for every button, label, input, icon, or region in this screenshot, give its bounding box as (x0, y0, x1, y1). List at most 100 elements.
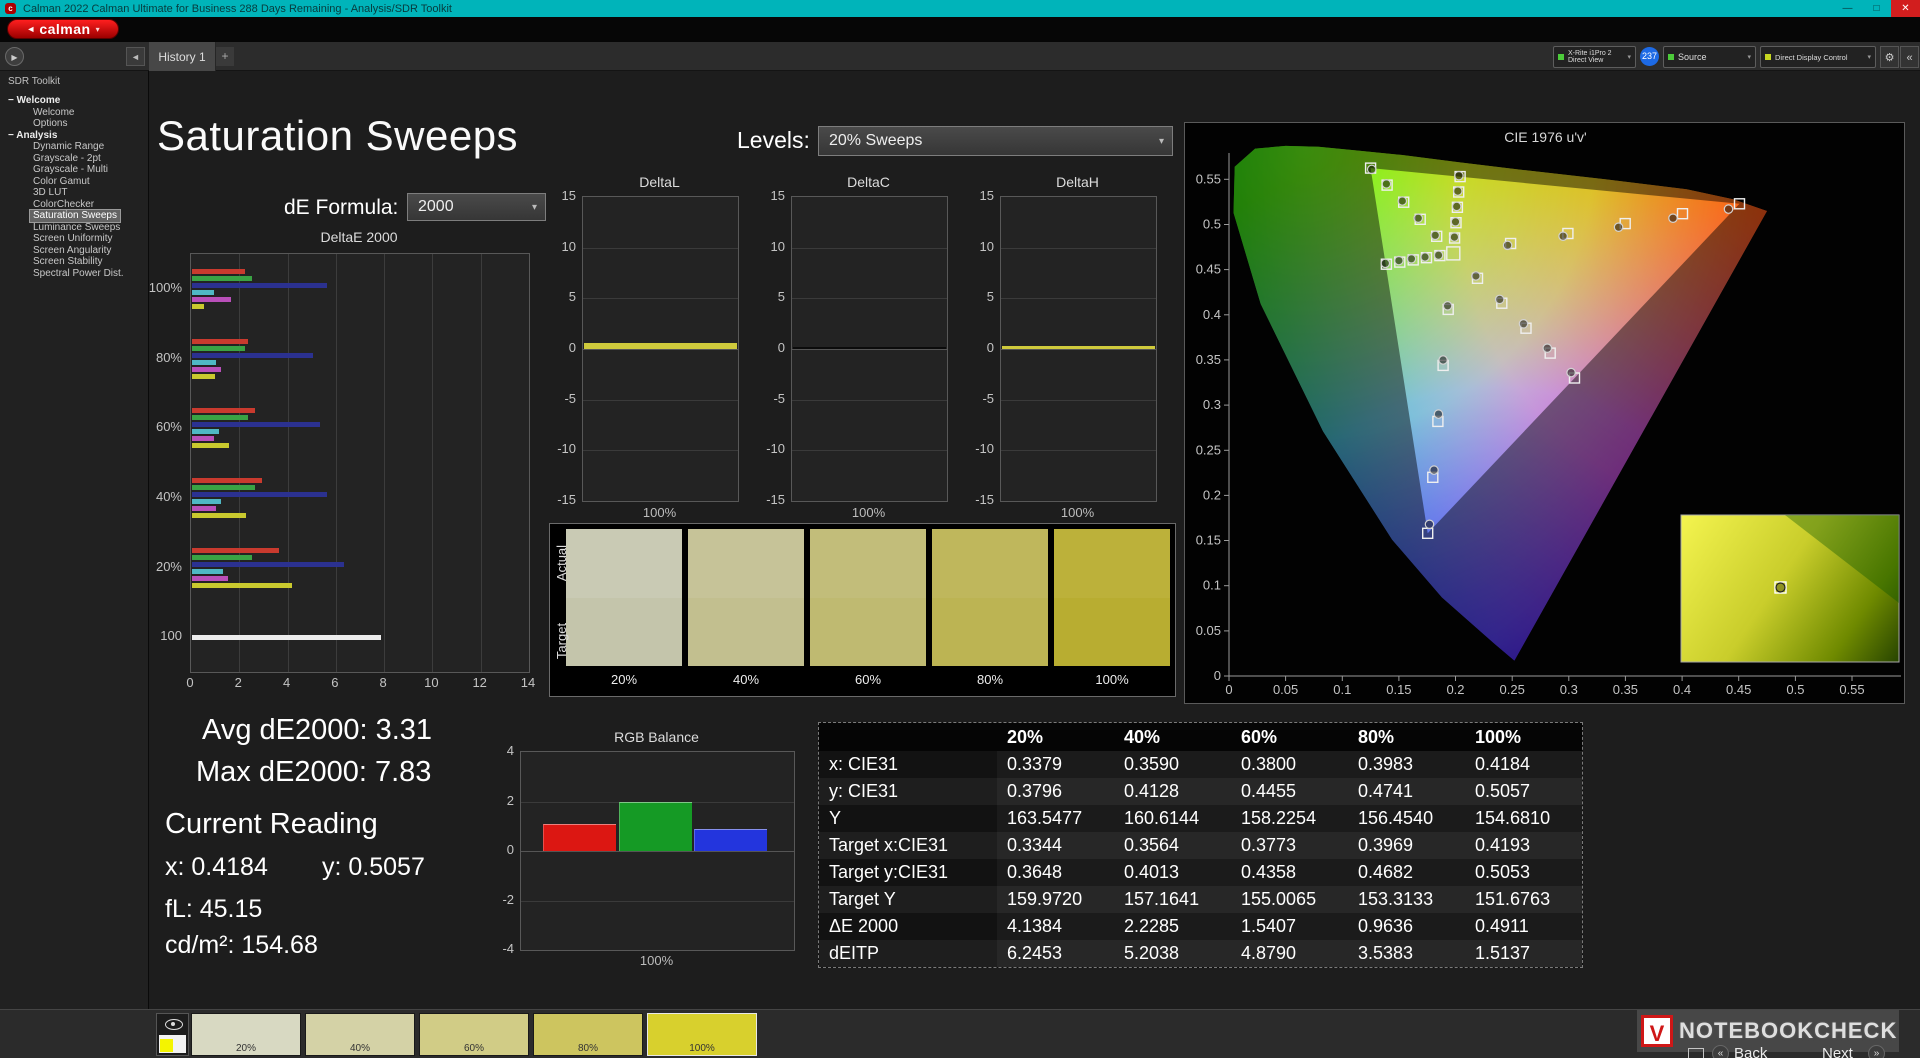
maximize-button[interactable]: □ (1862, 0, 1891, 17)
svg-text:0.2: 0.2 (1446, 682, 1464, 697)
sidebar-item-spectral-power-dist[interactable]: Spectral Power Dist. (30, 268, 127, 280)
cie-diagram-panel: CIE 1976 u'v' 00.050.10.150.20.250.30.35… (1184, 122, 1905, 704)
deltac-chart-title: DeltaC (791, 174, 946, 190)
add-tab-button[interactable]: + (216, 47, 234, 66)
avg-de2000-value: Avg dE2000: 3.31 (202, 714, 432, 747)
grid-line (792, 248, 947, 249)
sidebar-collapse-button[interactable]: ◄ (126, 47, 145, 66)
sidebar-item-saturation-sweeps[interactable]: Saturation Sweeps (30, 210, 120, 222)
back-chevron-icon[interactable]: « (1712, 1045, 1729, 1058)
sidebar-item-colorchecker[interactable]: ColorChecker (30, 199, 97, 211)
deltah-y-label: 15 (952, 188, 994, 203)
bottom-tile-40[interactable]: 40% (305, 1013, 415, 1056)
deltal-x-caption: 100% (582, 505, 737, 520)
deltac-value-bar (793, 347, 946, 349)
sidebar-item-welcome[interactable]: Welcome (30, 107, 78, 119)
deltac-y-label: 5 (743, 289, 785, 304)
sidebar-item-screen-uniformity[interactable]: Screen Uniformity (30, 233, 115, 245)
chevron-down-icon: ▾ (1747, 53, 1751, 61)
grid-line (1001, 450, 1156, 451)
meter-selector[interactable]: X-Rite i1Pro 2 Direct View ▾ (1553, 46, 1636, 68)
de-bar-blue (192, 492, 327, 497)
swatch-target-60 (810, 598, 926, 666)
sidebar-item-color-gamut[interactable]: Color Gamut (30, 176, 93, 188)
next-chevron-icon[interactable]: » (1868, 1045, 1885, 1058)
panel-collapse-button[interactable]: « (1900, 46, 1919, 68)
auto-advance-button[interactable]: ▶ (5, 47, 24, 66)
deltal-y-label: 0 (534, 340, 576, 355)
table-cell: 0.3648 (997, 859, 1114, 886)
tree-section-analysis[interactable]: − Analysis (8, 130, 148, 142)
de-bar-cyan (192, 499, 221, 504)
deltae-y-label: 60% (120, 419, 182, 434)
table-cell: 5.2038 (1114, 940, 1231, 967)
calman-logo-menu[interactable]: ◄ calman ▾ (7, 19, 119, 39)
gear-icon: ⚙ (1885, 52, 1895, 64)
display-control-selector[interactable]: Direct Display Control ▾ (1760, 46, 1876, 68)
table-cell: 0.4358 (1231, 859, 1348, 886)
close-button[interactable]: ✕ (1891, 0, 1920, 17)
table-header-cell (819, 723, 997, 751)
table-row-label: Target y:CIE31 (819, 859, 997, 886)
svg-text:0.1: 0.1 (1333, 682, 1351, 697)
logo-mark-icon: ◄ (26, 24, 35, 34)
source-selector[interactable]: Source ▾ (1663, 46, 1756, 68)
table-cell: 0.4013 (1114, 859, 1231, 886)
navigation-tree: − WelcomeWelcomeOptions− AnalysisDynamic… (0, 95, 148, 279)
rgb-bar-red (543, 824, 616, 851)
display-control-label: Direct Display Control (1775, 53, 1848, 62)
de-bar-blue (192, 353, 313, 358)
bottom-tile-20[interactable]: 20% (191, 1013, 301, 1056)
de-bar-yellow (192, 583, 292, 588)
svg-text:0.55: 0.55 (1839, 682, 1864, 697)
back-button[interactable]: Back (1734, 1045, 1767, 1058)
sidebar-item-screen-angularity[interactable]: Screen Angularity (30, 245, 114, 257)
swatch-label: 100% (1054, 672, 1170, 687)
deltae-y-label: 100% (120, 280, 182, 295)
de-formula-dropdown[interactable]: 2000 ▾ (407, 193, 546, 221)
table-cell: 0.3564 (1114, 832, 1231, 859)
deltae-chart (190, 253, 530, 673)
grid-line (792, 349, 947, 350)
next-button[interactable]: Next (1822, 1045, 1853, 1058)
deltae-x-label: 4 (272, 675, 302, 690)
sidebar-item-options[interactable]: Options (30, 118, 70, 130)
svg-text:0.15: 0.15 (1386, 682, 1411, 697)
table-cell: 0.9636 (1348, 913, 1465, 940)
de-bar-magenta (192, 436, 214, 441)
de-bar-cyan (192, 360, 216, 365)
deltah-y-label: 5 (952, 289, 994, 304)
grid-line (1001, 298, 1156, 299)
tab-history-1[interactable]: History 1 (149, 42, 216, 71)
sidebar-item-grayscale-multi[interactable]: Grayscale - Multi (30, 164, 111, 176)
table-cell: 157.1641 (1114, 886, 1231, 913)
deltal-y-label: -15 (534, 492, 576, 507)
bottom-tile-80[interactable]: 80% (533, 1013, 643, 1056)
table-cell: 0.3969 (1348, 832, 1465, 859)
levels-dropdown[interactable]: 20% Sweeps ▾ (818, 126, 1173, 156)
de-bar-red (192, 408, 255, 413)
settings-button[interactable]: ⚙ (1880, 46, 1899, 68)
rgb-bar-blue (694, 829, 767, 851)
tree-section-welcome[interactable]: − Welcome (8, 95, 148, 107)
reading-count-badge: 237 (1640, 47, 1659, 66)
sidebar-item-grayscale-2pt[interactable]: Grayscale - 2pt (30, 153, 104, 165)
grid-line (521, 851, 794, 852)
sidebar-item-3d-lut[interactable]: 3D LUT (30, 187, 70, 199)
sidebar-item-luminance-sweeps[interactable]: Luminance Sweeps (30, 222, 123, 234)
bottom-tile-label: 40% (306, 1043, 414, 1054)
de-bar-green (192, 276, 252, 281)
chevron-down-icon: ▾ (96, 25, 100, 34)
source-status-icon (1668, 54, 1674, 60)
preview-color-square (160, 1039, 173, 1052)
deltal-y-label: 15 (534, 188, 576, 203)
svg-text:0: 0 (1225, 682, 1232, 697)
minimize-button[interactable]: — (1833, 0, 1862, 17)
bottom-tile-60[interactable]: 60% (419, 1013, 529, 1056)
bottom-tile-label: 20% (192, 1043, 300, 1054)
preview-tile[interactable] (156, 1013, 189, 1056)
bottom-tile-100[interactable]: 100% (647, 1013, 757, 1056)
de-bar-magenta (192, 576, 228, 581)
sidebar-item-screen-stability[interactable]: Screen Stability (30, 256, 105, 268)
sidebar-item-dynamic-range[interactable]: Dynamic Range (30, 141, 107, 153)
